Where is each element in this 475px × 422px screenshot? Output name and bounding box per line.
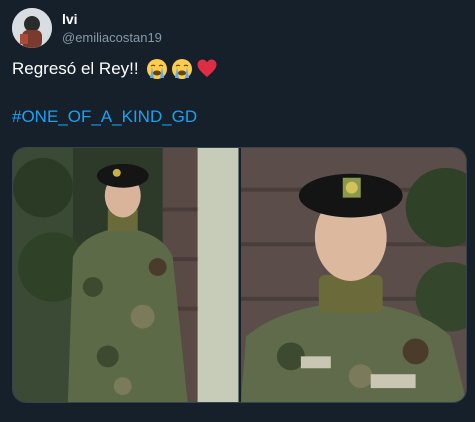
media-grid bbox=[12, 147, 467, 403]
user-handle[interactable]: @emiliacostan19 bbox=[62, 30, 162, 45]
soldier-photo-right bbox=[240, 148, 466, 402]
soldier-photo-left bbox=[13, 148, 239, 402]
photo-left[interactable] bbox=[13, 148, 239, 402]
tweet-card[interactable]: lvi @emiliacostan19 Regresó el Rey!! #ON… bbox=[0, 0, 475, 422]
crying-face-icon bbox=[146, 58, 168, 80]
tweet-text-content: Regresó el Rey!! bbox=[12, 59, 139, 78]
avatar[interactable] bbox=[12, 8, 52, 48]
red-heart-icon bbox=[196, 58, 218, 80]
tweet-text: Regresó el Rey!! bbox=[12, 58, 218, 80]
crying-face-icon bbox=[171, 58, 193, 80]
photo-right[interactable] bbox=[240, 148, 466, 402]
avatar-image bbox=[12, 8, 52, 48]
hashtag-link[interactable]: #ONE_OF_A_KIND_GD bbox=[12, 107, 197, 127]
display-name[interactable]: lvi bbox=[62, 11, 78, 27]
